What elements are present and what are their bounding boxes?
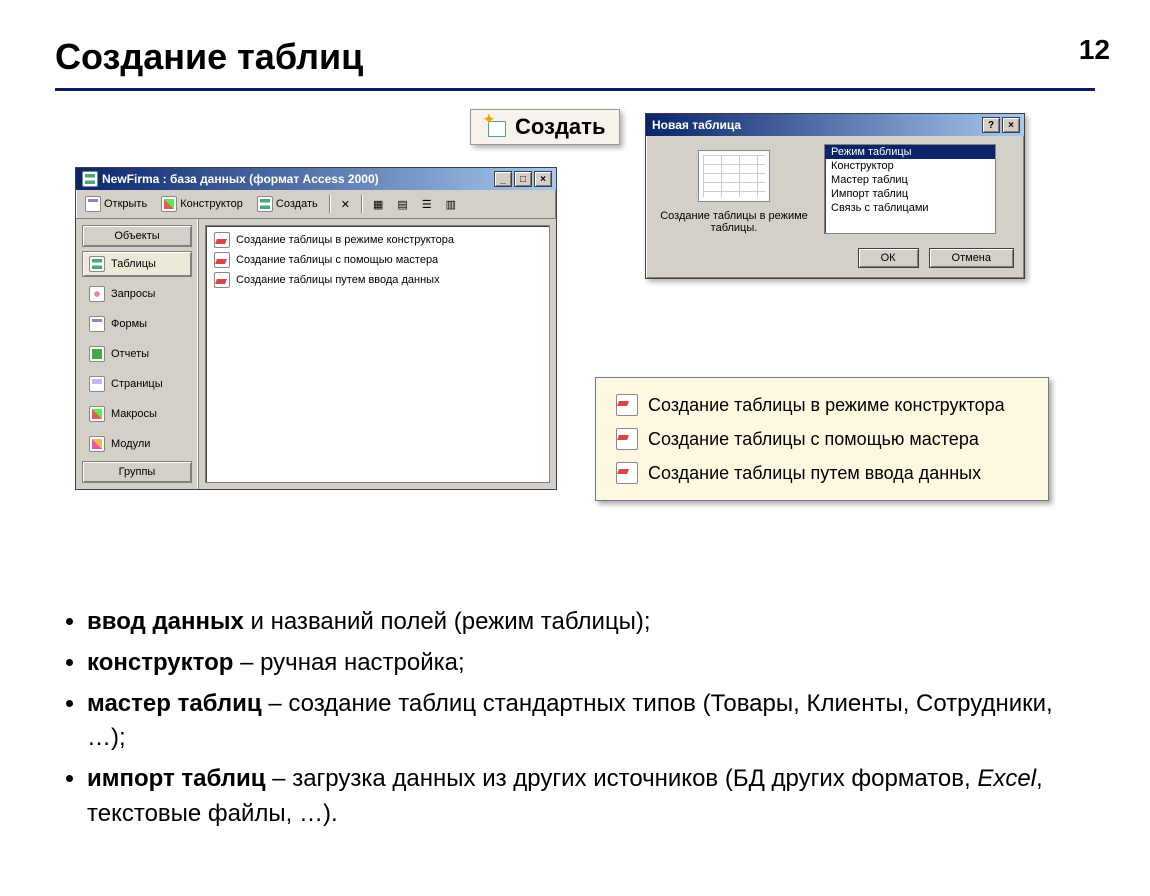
design-icon bbox=[161, 196, 177, 212]
new-table-dialog: Новая таблица ? × Создание таблицы в реж… bbox=[645, 113, 1025, 279]
sidebar-item-forms[interactable]: Формы bbox=[82, 311, 192, 337]
database-window: NewFirma : база данных (формат Access 20… bbox=[75, 167, 557, 490]
groups-header[interactable]: Группы bbox=[82, 461, 192, 483]
objects-header[interactable]: Объекты bbox=[82, 225, 192, 247]
callout-item: Создание таблицы путем ввода данных bbox=[612, 456, 1032, 490]
wizard-icon bbox=[214, 272, 230, 288]
wizard-icon bbox=[214, 252, 230, 268]
toolbar-view-large[interactable]: ▦ bbox=[368, 195, 388, 214]
callout-item: Создание таблицы в режиме конструктора bbox=[612, 388, 1032, 422]
dialog-option-list[interactable]: Режим таблицы Конструктор Мастер таблиц … bbox=[824, 144, 996, 234]
maximize-button[interactable]: □ bbox=[514, 171, 532, 187]
callout-item: Создание таблицы с помощью мастера bbox=[612, 422, 1032, 456]
db-toolbar: Открыть Конструктор Создать ✕ ▦ ▤ ☰ ▥ bbox=[76, 190, 556, 219]
page-icon bbox=[89, 376, 105, 392]
dialog-option[interactable]: Мастер таблиц bbox=[825, 173, 995, 187]
toolbar-open[interactable]: Открыть bbox=[80, 193, 152, 215]
table-icon bbox=[89, 256, 105, 272]
title-underline bbox=[55, 88, 1095, 91]
wizard-icon bbox=[616, 428, 638, 450]
bullet-list: ввод данных и названий полей (режим табл… bbox=[55, 605, 1095, 832]
create-icon bbox=[257, 196, 273, 212]
macro-icon bbox=[89, 406, 105, 422]
query-icon bbox=[89, 286, 105, 302]
list-item[interactable]: Создание таблицы в режиме конструктора bbox=[210, 230, 545, 250]
report-icon bbox=[89, 346, 105, 362]
dialog-option[interactable]: Режим таблицы bbox=[825, 145, 995, 159]
sidebar-item-queries[interactable]: Запросы bbox=[82, 281, 192, 307]
dialog-option[interactable]: Импорт таблиц bbox=[825, 187, 995, 201]
toolbar-design[interactable]: Конструктор bbox=[156, 193, 248, 215]
bullet-item: мастер таблиц – создание таблиц стандарт… bbox=[87, 687, 1095, 757]
minimize-button[interactable]: _ bbox=[494, 171, 512, 187]
db-window-title: NewFirma : база данных (формат Access 20… bbox=[102, 172, 379, 186]
dialog-option[interactable]: Связь с таблицами bbox=[825, 201, 995, 215]
dialog-help-button[interactable]: ? bbox=[982, 117, 1000, 133]
toolbar-create[interactable]: Создать bbox=[252, 193, 323, 215]
dialog-close-button[interactable]: × bbox=[1002, 117, 1020, 133]
illustration-area: NewFirma : база данных (формат Access 20… bbox=[55, 115, 1095, 595]
sidebar-item-modules[interactable]: Модули bbox=[82, 431, 192, 457]
sidebar-item-pages[interactable]: Страницы bbox=[82, 371, 192, 397]
wizard-icon bbox=[616, 394, 638, 416]
page-number: 12 bbox=[1079, 34, 1110, 66]
cancel-button[interactable]: Отмена bbox=[929, 248, 1014, 268]
sidebar-item-macros[interactable]: Макросы bbox=[82, 401, 192, 427]
dialog-description: Создание таблицы в режиме таблицы. bbox=[654, 210, 814, 234]
slide-title: Создание таблиц bbox=[55, 36, 1095, 78]
create-button-icon bbox=[485, 117, 507, 137]
create-button-callout: Создать bbox=[470, 109, 620, 145]
toolbar-view-details[interactable]: ▥ bbox=[441, 195, 461, 214]
bullet-item: ввод данных и названий полей (режим табл… bbox=[87, 605, 1095, 640]
sidebar-item-tables[interactable]: Таблицы bbox=[82, 251, 192, 277]
module-icon bbox=[89, 436, 105, 452]
wizard-icon bbox=[214, 232, 230, 248]
dialog-option[interactable]: Конструктор bbox=[825, 159, 995, 173]
db-icon bbox=[82, 171, 98, 187]
form-icon bbox=[89, 316, 105, 332]
list-item[interactable]: Создание таблицы с помощью мастера bbox=[210, 250, 545, 270]
list-item[interactable]: Создание таблицы путем ввода данных bbox=[210, 270, 545, 290]
toolbar-view-list[interactable]: ☰ bbox=[417, 195, 437, 214]
open-icon bbox=[85, 196, 101, 212]
wizard-icon bbox=[616, 462, 638, 484]
table-create-list: Создание таблицы в режиме конструктора С… bbox=[205, 225, 550, 483]
close-button[interactable]: × bbox=[534, 171, 552, 187]
bullet-item: конструктор – ручная настройка; bbox=[87, 646, 1095, 681]
dialog-title: Новая таблица bbox=[652, 118, 741, 132]
toolbar-delete[interactable]: ✕ bbox=[336, 195, 355, 214]
create-button[interactable]: Создать bbox=[470, 109, 620, 145]
sidebar-item-reports[interactable]: Отчеты bbox=[82, 341, 192, 367]
objects-sidebar: Объекты Таблицы Запросы Формы Отчеты Стр… bbox=[76, 219, 199, 489]
bullet-item: импорт таблиц – загрузка данных из други… bbox=[87, 762, 1095, 832]
creation-options-callout: Создание таблицы в режиме конструктора С… bbox=[595, 377, 1049, 501]
ok-button[interactable]: ОК bbox=[858, 248, 919, 268]
table-preview-icon bbox=[698, 150, 770, 202]
toolbar-view-small[interactable]: ▤ bbox=[392, 195, 412, 214]
